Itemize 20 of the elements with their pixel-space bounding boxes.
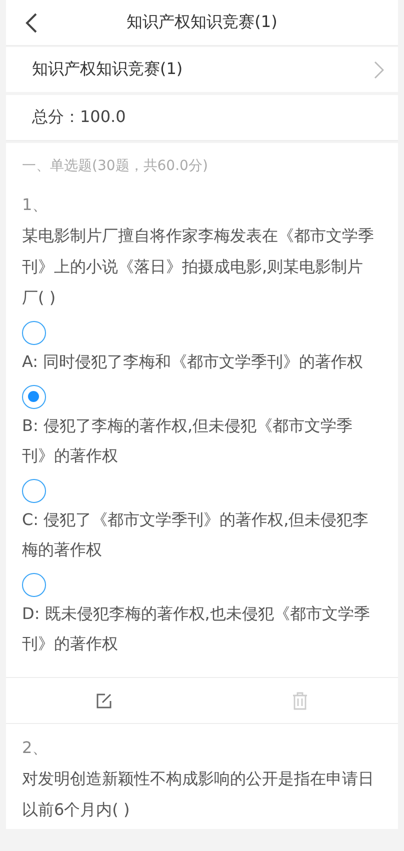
- radio-button[interactable]: [22, 321, 46, 345]
- radio-button[interactable]: [22, 573, 46, 597]
- option-text: D: 既未侵犯李梅的著作权,也未侵犯《都市文学季刊》的著作权: [22, 603, 371, 655]
- question-text: 对发明创造新颖性不构成影响的公开是指在申请日以前6个月内( ): [22, 768, 374, 821]
- chevron-right-icon: [374, 60, 384, 78]
- radio-button[interactable]: [22, 385, 46, 409]
- radio-button[interactable]: [22, 479, 46, 503]
- page-title: 知识产权知识竞赛(1): [126, 12, 278, 33]
- option-text: C: 侵犯了《都市文学季刊》的著作权,但未侵犯李梅的著作权: [22, 509, 370, 561]
- section-heading: 一、单选题(30题，共60.0分): [22, 158, 208, 174]
- trash-icon[interactable]: [292, 692, 308, 710]
- option-text: A: 同时侵犯了李梅和《都市文学季刊》的著作权: [22, 351, 364, 373]
- contest-row[interactable]: 知识产权知识竞赛(1): [6, 47, 398, 92]
- edit-icon[interactable]: [96, 692, 112, 708]
- question-number: 1、: [22, 194, 50, 216]
- back-icon[interactable]: [24, 12, 38, 34]
- question-number: 2、: [22, 737, 50, 759]
- total-score: 总分：100.0: [32, 107, 126, 128]
- option-text: B: 侵犯了李梅的著作权,但未侵犯《都市文学季刊》的著作权: [22, 415, 354, 467]
- question-text: 某电影制片厂擅自将作家李梅发表在《都市文学季刊》上的小说《落日》拍摄成电影,则某电影制片厂( ): [22, 225, 374, 309]
